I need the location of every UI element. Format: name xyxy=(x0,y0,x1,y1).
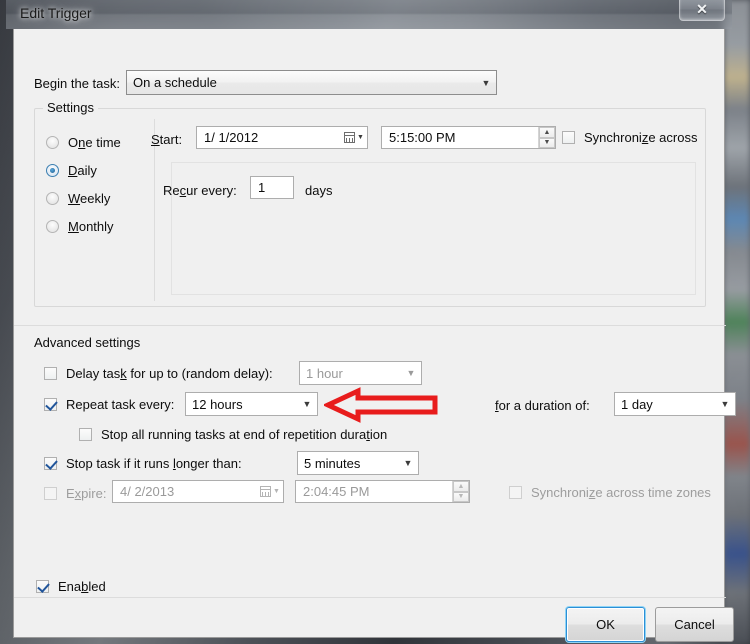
radio-weekly[interactable]: Weekly xyxy=(46,191,110,206)
stop-task-longer-value: 5 minutes xyxy=(304,455,361,471)
enabled-label: Enabled xyxy=(58,579,106,594)
expire-date-calendar-button[interactable]: ▼ xyxy=(257,481,283,502)
duration-combo[interactable]: 1 day ▼ xyxy=(614,392,736,416)
spinner-down-icon[interactable]: ▼ xyxy=(453,491,469,502)
repeat-task-box xyxy=(44,398,57,411)
start-time-spinner[interactable]: ▲ ▼ xyxy=(538,127,555,148)
expire-time-value: 2:04:45 PM xyxy=(303,484,370,499)
calendar-icon xyxy=(260,486,272,497)
delay-task-value: 1 hour xyxy=(306,365,343,381)
radio-daily[interactable]: Daily xyxy=(46,163,97,178)
enabled-checkbox[interactable]: Enabled xyxy=(36,579,106,594)
repeat-task-every-value: 12 hours xyxy=(192,396,243,412)
radio-weekly-label: Weekly xyxy=(68,191,111,206)
begin-the-task-combo[interactable]: On a schedule ▼ xyxy=(126,70,497,95)
enabled-box xyxy=(36,580,49,593)
synchronize-across-time-zones-label: Synchronize across time zones xyxy=(531,485,711,500)
dialog-client-area: Begin the task: On a schedule ▼ Settings… xyxy=(13,29,736,642)
delay-task-checkbox[interactable]: Delay task for up to (random delay): xyxy=(44,366,273,381)
chevron-down-icon: ▼ xyxy=(403,458,413,468)
radio-one-time-label: One time xyxy=(68,135,121,150)
delay-task-box xyxy=(44,367,57,380)
cancel-button-label: Cancel xyxy=(674,617,715,632)
expire-checkbox[interactable]: Expire: xyxy=(44,486,106,501)
radio-one-time[interactable]: One time xyxy=(46,135,121,150)
advanced-settings-caption: Advanced settings xyxy=(34,335,141,350)
stop-all-running-tasks-checkbox[interactable]: Stop all running tasks at end of repetit… xyxy=(79,427,387,442)
start-date-value: 1/ 1/2012 xyxy=(204,130,259,145)
recur-every-input[interactable]: 1 xyxy=(250,176,294,199)
synchronize-across-time-zones-box xyxy=(509,486,522,499)
duration-value: 1 day xyxy=(621,396,653,412)
window-title: Edit Trigger xyxy=(20,5,92,21)
chevron-down-icon: ▼ xyxy=(357,134,364,141)
radio-daily-indicator xyxy=(46,164,59,177)
begin-the-task-value: On a schedule xyxy=(133,75,217,90)
annotation-arrow-icon xyxy=(324,387,438,423)
edit-trigger-window: Edit Trigger ✕ Begin the task: On a sche… xyxy=(6,0,736,644)
close-window-button[interactable]: ✕ xyxy=(679,0,725,21)
expire-date-input[interactable]: 4/ 2/2013 ▼ xyxy=(112,480,284,503)
ok-button[interactable]: OK xyxy=(566,607,645,642)
delay-task-label: Delay task for up to (random delay): xyxy=(66,366,273,381)
radio-daily-label: Daily xyxy=(68,163,97,178)
start-date-input[interactable]: 1/ 1/2012 ▼ xyxy=(196,126,368,149)
spinner-up-icon[interactable]: ▲ xyxy=(453,481,469,492)
radio-weekly-indicator xyxy=(46,192,59,205)
expire-label: Expire: xyxy=(66,486,107,501)
close-icon: ✕ xyxy=(696,1,708,17)
chevron-down-icon: ▼ xyxy=(302,399,312,409)
stop-task-longer-label: Stop task if it runs longer than: xyxy=(66,456,242,471)
delay-task-combo[interactable]: 1 hour ▼ xyxy=(299,361,422,385)
expire-time-spinner[interactable]: ▲ ▼ xyxy=(452,481,469,502)
radio-monthly[interactable]: Monthly xyxy=(46,219,114,234)
chevron-down-icon: ▼ xyxy=(273,488,280,495)
spinner-up-icon[interactable]: ▲ xyxy=(539,127,555,138)
repeat-task-label: Repeat task every: xyxy=(66,397,175,412)
repeat-task-every-combo[interactable]: 12 hours ▼ xyxy=(185,392,318,416)
begin-the-task-label: Begin the task: xyxy=(34,76,120,91)
title-bar[interactable]: Edit Trigger ✕ xyxy=(6,0,732,29)
stop-all-running-tasks-box xyxy=(79,428,92,441)
recur-every-label: Recur every: xyxy=(163,183,237,198)
expire-box xyxy=(44,487,57,500)
synchronize-across-label: Synchronize across xyxy=(584,130,698,145)
radio-one-time-indicator xyxy=(46,136,59,149)
synchronize-across-time-zones-checkbox[interactable]: Synchronize across time zones xyxy=(509,485,711,500)
footer-separator xyxy=(14,597,726,598)
start-label: Start: xyxy=(151,132,183,147)
expire-time-input[interactable]: 2:04:45 PM ▲ ▼ xyxy=(295,480,470,503)
chevron-down-icon: ▼ xyxy=(406,368,416,378)
ok-button-label: OK xyxy=(596,617,615,632)
cancel-button[interactable]: Cancel xyxy=(655,607,734,642)
recur-every-value: 1 xyxy=(258,180,266,195)
synchronize-across-checkbox[interactable]: Synchronize across xyxy=(562,130,697,145)
start-time-input[interactable]: 5:15:00 PM ▲ ▼ xyxy=(381,126,556,149)
expire-date-value: 4/ 2/2013 xyxy=(120,484,175,499)
calendar-icon xyxy=(344,132,356,143)
settings-caption: Settings xyxy=(43,100,98,115)
start-time-value: 5:15:00 PM xyxy=(389,130,456,145)
for-a-duration-of-label: for a duration of: xyxy=(495,398,590,413)
repeat-task-checkbox[interactable]: Repeat task every: xyxy=(44,397,174,412)
radio-monthly-indicator xyxy=(46,220,59,233)
stop-all-running-tasks-label: Stop all running tasks at end of repetit… xyxy=(101,427,388,442)
synchronize-across-box xyxy=(562,131,575,144)
start-date-calendar-button[interactable]: ▼ xyxy=(341,127,367,148)
spinner-down-icon[interactable]: ▼ xyxy=(539,137,555,148)
stop-task-longer-box xyxy=(44,457,57,470)
stop-task-longer-combo[interactable]: 5 minutes ▼ xyxy=(297,451,419,475)
advanced-settings-separator xyxy=(14,325,726,326)
chevron-down-icon: ▼ xyxy=(481,77,491,88)
stop-task-longer-checkbox[interactable]: Stop task if it runs longer than: xyxy=(44,456,242,471)
chevron-down-icon: ▼ xyxy=(720,399,730,409)
recur-every-units-label: days xyxy=(305,183,333,198)
radio-monthly-label: Monthly xyxy=(68,219,114,234)
